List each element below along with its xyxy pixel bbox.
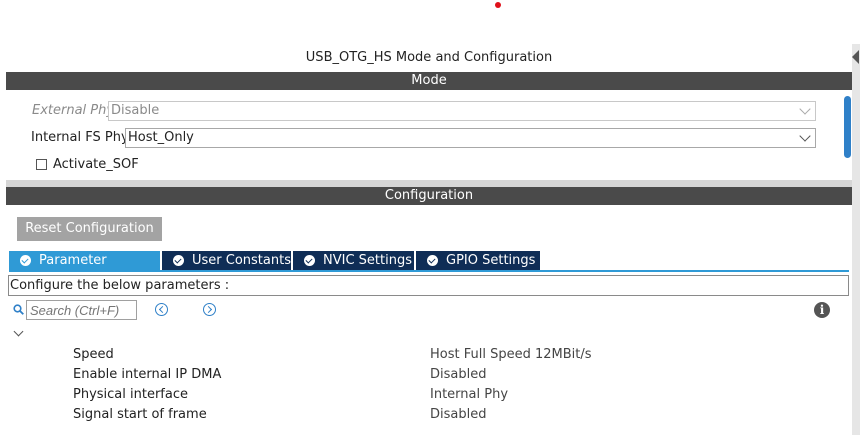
tab-gpio-settings[interactable]: GPIO Settings [416, 251, 540, 270]
check-circle-icon [427, 255, 438, 266]
window-title: USB_OTG_HS Mode and Configuration [305, 50, 553, 65]
param-name-sof[interactable]: Signal start of frame [73, 407, 207, 422]
tab-label: NVIC Settings [323, 253, 412, 268]
activate-sof-checkbox[interactable] [36, 159, 47, 170]
check-circle-icon [173, 255, 184, 266]
info-icon[interactable]: i [814, 302, 830, 318]
check-circle-icon [20, 255, 31, 266]
tab-user-constants[interactable]: User Constants [162, 251, 291, 270]
chevron-right-circle-icon[interactable] [203, 303, 216, 316]
chevron-left-circle-icon[interactable] [155, 303, 168, 316]
collapse-panel-arrow-icon[interactable] [852, 50, 859, 64]
tab-parameter-settings[interactable]: Parameter Settings [9, 251, 160, 287]
instructions-box: Configure the below parameters : [8, 275, 849, 296]
tab-label: User Constants [192, 253, 291, 268]
param-value-dma[interactable]: Disabled [430, 367, 486, 382]
chevron-down-icon [799, 103, 811, 115]
chevron-down-icon [799, 130, 811, 142]
tab-underline [9, 270, 849, 272]
internal-fs-phy-value: Host_Only [128, 130, 194, 145]
check-circle-icon [304, 255, 315, 266]
param-value-sof[interactable]: Disabled [430, 407, 486, 422]
activate-sof-label: Activate_SOF [53, 157, 139, 172]
mode-header: Mode [6, 72, 852, 90]
mode-scrollbar[interactable] [844, 96, 851, 158]
section-separator [6, 180, 852, 187]
param-name-dma[interactable]: Enable internal IP DMA [73, 367, 221, 382]
param-name-physical-interface[interactable]: Physical interface [73, 387, 188, 402]
configuration-header: Configuration [6, 187, 852, 205]
param-name-speed[interactable]: Speed [73, 347, 114, 362]
param-value-physical-interface[interactable]: Internal Phy [430, 387, 508, 402]
search-input[interactable] [26, 300, 137, 320]
internal-fs-phy-label: Internal FS Phy [31, 130, 129, 145]
param-value-speed[interactable]: Host Full Speed 12MBit/s [430, 347, 592, 362]
status-dot [495, 2, 501, 8]
reset-configuration-button[interactable]: Reset Configuration [17, 217, 162, 241]
external-phy-select: Disable [108, 101, 816, 121]
external-phy-value: Disable [111, 103, 160, 118]
external-phy-label: External Phy [32, 103, 115, 118]
search-icon [13, 304, 24, 315]
internal-fs-phy-select[interactable]: Host_Only [125, 128, 816, 148]
tab-nvic-settings[interactable]: NVIC Settings [293, 251, 414, 270]
right-rail [852, 44, 860, 435]
tab-label: GPIO Settings [446, 253, 536, 268]
